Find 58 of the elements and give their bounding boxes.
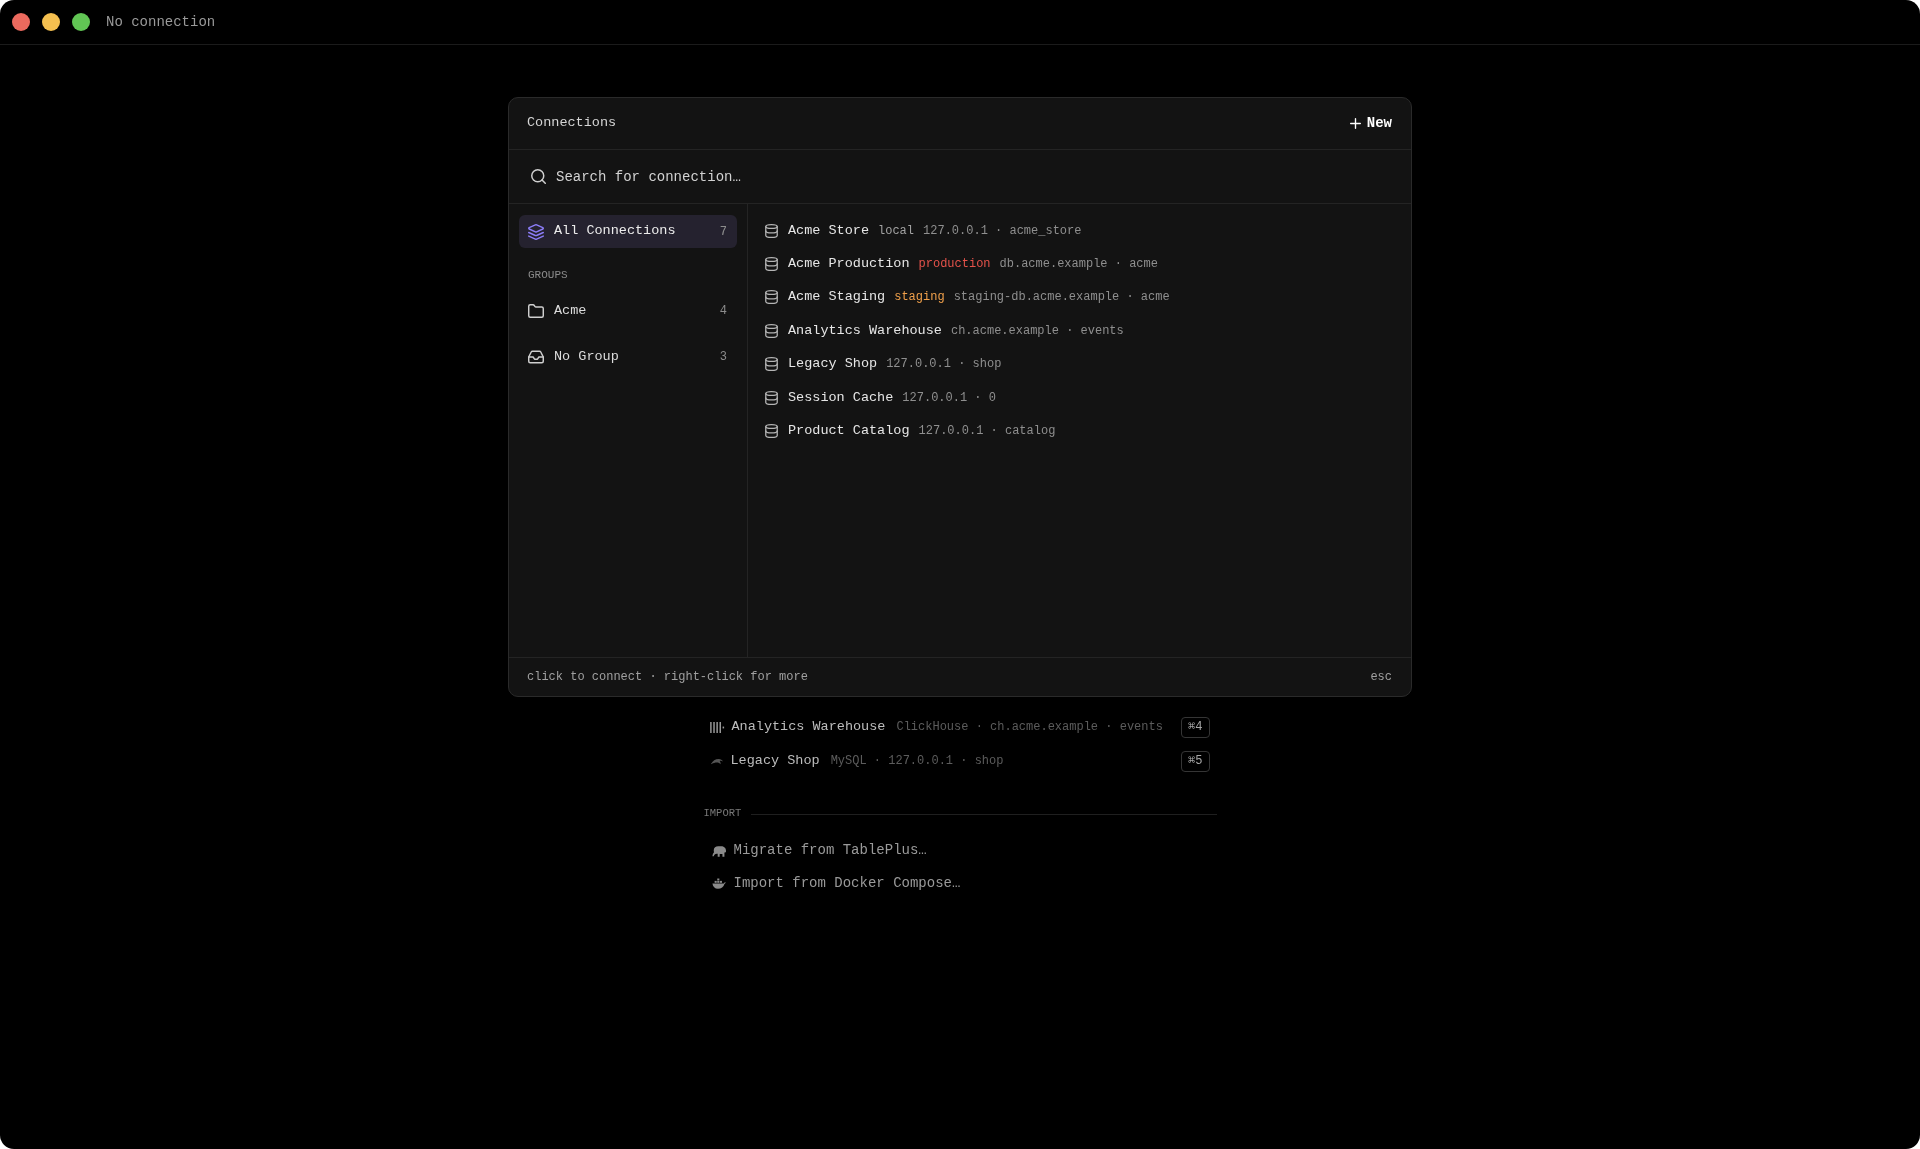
new-connection-button[interactable]: New [1349, 113, 1392, 134]
database-icon [765, 323, 778, 338]
shortcut-key: ⌘5 [1181, 750, 1210, 772]
sidebar-item[interactable]: Acme 4 [519, 292, 737, 330]
connection-details: ch.acme.example · events [950, 322, 1124, 340]
whale-icon [711, 878, 726, 889]
connection-name[interactable]: Product Catalog [788, 420, 910, 442]
environment-tag: staging [894, 288, 945, 307]
bars-icon [709, 721, 725, 733]
sidebar-item[interactable]: No Group 3 [519, 338, 737, 376]
layers-icon [528, 223, 544, 240]
shortcut-key: ⌘4 [1181, 716, 1210, 738]
section-heading: GROUPS [527, 268, 569, 282]
database-icon [765, 223, 778, 238]
footer-hint: click to connect · right-click for more [527, 669, 808, 686]
connection-name[interactable]: Analytics Warehouse [788, 320, 942, 341]
item-count: 4 [719, 303, 727, 320]
inbox-icon [528, 350, 544, 364]
environment-tag: local [878, 221, 915, 240]
connection-details: 127.0.0.1 · catalog [918, 423, 1056, 441]
environment-tag: production [918, 255, 991, 274]
database-icon [765, 390, 778, 405]
connection-name[interactable]: Legacy Shop [730, 750, 820, 772]
section-heading: IMPORT [703, 806, 742, 822]
import-option[interactable]: Migrate from TablePlus… [703, 834, 1217, 867]
connection-name[interactable]: Analytics Warehouse [731, 716, 886, 738]
database-icon [765, 290, 778, 305]
connection-name[interactable]: Acme Staging [788, 287, 886, 308]
dolphin-icon [709, 756, 724, 766]
connection-details: 127.0.0.1 · shop [886, 356, 1002, 374]
database-icon [765, 257, 778, 272]
shortcut-hint: esc [1370, 669, 1392, 686]
elephant-icon [711, 844, 726, 857]
sidebar-item[interactable]: All Connections 7 [519, 215, 737, 248]
minimize-button[interactable] [42, 13, 60, 31]
search-field[interactable]: Search for connection… [556, 161, 1393, 192]
folder-icon [528, 304, 544, 318]
connection-name[interactable]: Acme Production [788, 253, 910, 275]
maximize-button[interactable] [72, 13, 90, 31]
plus-icon [1349, 118, 1361, 129]
connection-details: 127.0.0.1 · 0 [902, 389, 996, 407]
connection-name[interactable]: Acme Store [788, 220, 869, 241]
window-title: No connection [106, 12, 216, 32]
dialog-title: Connections [527, 114, 617, 133]
connection-details: ClickHouse · ch.acme.example · events [896, 719, 1163, 736]
connection-details: MySQL · 127.0.0.1 · shop [830, 753, 1004, 770]
database-icon [765, 424, 778, 439]
connection-details: db.acme.example · acme [999, 256, 1158, 274]
item-count: 7 [719, 223, 727, 241]
import-option[interactable]: Import from Docker Compose… [703, 867, 1217, 900]
connection-name[interactable]: Session Cache [788, 387, 894, 408]
database-icon [765, 357, 778, 372]
close-button[interactable] [12, 13, 30, 31]
connection-details: staging-db.acme.example · acme [953, 289, 1170, 307]
connection-details: 127.0.0.1 · acme_store [923, 222, 1082, 240]
search-icon [531, 169, 546, 184]
item-count: 3 [719, 349, 727, 366]
connection-name[interactable]: Legacy Shop [788, 354, 878, 375]
